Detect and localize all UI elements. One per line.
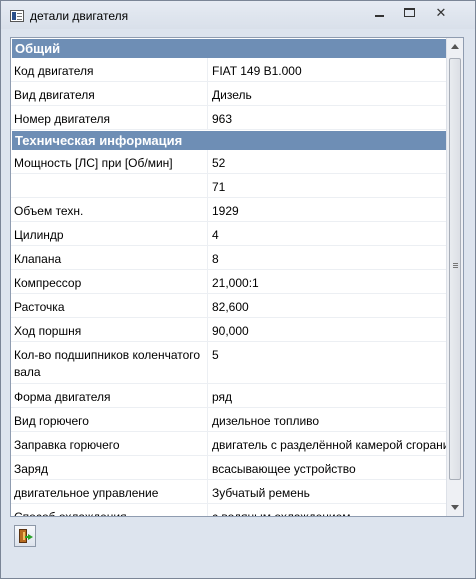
row-label: двигательное управление [11, 480, 208, 503]
section-header-general: Общий [12, 39, 447, 58]
row-value: 963 [212, 112, 233, 126]
row-value: 5 [212, 348, 219, 362]
table-row[interactable]: Мощность [ЛС] при [Об/мин] 52 [11, 150, 447, 174]
row-value: 21,000:1 [212, 276, 259, 290]
title-bar[interactable]: детали двигателя ✕ [1, 1, 475, 29]
row-value: 1929 [212, 204, 239, 218]
row-value: 82,600 [212, 300, 249, 314]
row-label: Объем техн. [11, 198, 208, 221]
table-row[interactable]: Код двигателя FIAT 149 B1.000 [11, 58, 447, 82]
row-value: 52 [212, 156, 226, 170]
row-label: Компрессор [11, 270, 208, 293]
table-row[interactable]: Вид горючего дизельное топливо [11, 408, 447, 432]
vertical-scrollbar[interactable] [446, 38, 463, 516]
row-value: двигатель с разделённой камерой сгорания [212, 438, 447, 452]
table-row[interactable]: Заряд всасывающее устройство [11, 456, 447, 480]
table-row[interactable]: Ход поршня 90,000 [11, 318, 447, 342]
row-label: Заправка горючего [11, 432, 208, 455]
table-row[interactable]: Компрессор 21,000:1 [11, 270, 447, 294]
row-value: 71 [212, 180, 226, 194]
row-value: дизельное топливо [212, 414, 320, 428]
table-row[interactable]: Заправка горючего двигатель с разделённо… [11, 432, 447, 456]
table-row[interactable]: Кол-во подшипников коленчатого вала 5 [11, 342, 447, 384]
minimize-button[interactable] [366, 6, 392, 22]
table-row[interactable]: Способ охлаждения с водяным охлаждением [11, 504, 447, 516]
section-header-technical: Техническая информация [12, 131, 447, 150]
scroll-up-button[interactable] [447, 38, 463, 55]
property-grid[interactable]: Общий Код двигателя FIAT 149 B1.000 Вид … [11, 38, 447, 516]
table-row[interactable]: Объем техн. 1929 [11, 198, 447, 222]
row-value: FIAT 149 B1.000 [212, 64, 302, 78]
row-value: ряд [212, 390, 233, 404]
row-value: 8 [212, 252, 219, 266]
row-label: Цилиндр [11, 222, 208, 245]
table-row[interactable]: Номер двигателя 963 [11, 106, 447, 130]
row-label: Кол-во подшипников коленчатого вала [11, 342, 208, 383]
row-label: Форма двигателя [11, 384, 208, 407]
row-label: Ход поршня [11, 318, 208, 341]
row-label: Вид горючего [11, 408, 208, 431]
table-row[interactable]: Клапана 8 [11, 246, 447, 270]
row-label: Код двигателя [11, 58, 208, 81]
scrollbar-thumb[interactable] [449, 58, 461, 480]
row-value: всасывающее устройство [212, 462, 356, 476]
maximize-button[interactable] [396, 6, 422, 22]
exit-door-icon [19, 529, 33, 545]
table-row[interactable]: Расточка 82,600 [11, 294, 447, 318]
engine-details-panel: Общий Код двигателя FIAT 149 B1.000 Вид … [10, 37, 464, 517]
row-value: Зубчатый ремень [212, 486, 310, 500]
table-row[interactable]: двигательное управление Зубчатый ремень [11, 480, 447, 504]
row-label: Клапана [11, 246, 208, 269]
row-value: 4 [212, 228, 219, 242]
row-label: Способ охлаждения [11, 504, 208, 516]
window: детали двигателя ✕ Общий Код двигателя F… [0, 0, 476, 579]
close-button[interactable]: ✕ [428, 6, 454, 22]
table-row[interactable]: Цилиндр 4 [11, 222, 447, 246]
grip-icon [453, 263, 458, 264]
exit-button[interactable] [14, 525, 36, 547]
row-value: Дизель [212, 88, 252, 102]
row-value: 90,000 [212, 324, 249, 338]
app-icon [10, 10, 24, 22]
maximize-icon [403, 8, 415, 17]
row-label: Номер двигателя [11, 106, 208, 129]
table-row[interactable]: Вид двигателя Дизель [11, 82, 447, 106]
close-icon: ✕ [435, 5, 447, 20]
row-label-empty [11, 174, 208, 197]
window-title: детали двигателя [30, 9, 129, 23]
row-label: Мощность [ЛС] при [Об/мин] [11, 150, 208, 173]
row-label: Расточка [11, 294, 208, 317]
minimize-icon [374, 15, 384, 17]
row-label: Заряд [11, 456, 208, 479]
table-row[interactable]: Форма двигателя ряд [11, 384, 447, 408]
scroll-down-button[interactable] [447, 499, 463, 516]
row-label: Вид двигателя [11, 82, 208, 105]
row-value: с водяным охлаждением [208, 504, 447, 516]
table-row[interactable]: 71 [11, 174, 447, 198]
arrow-up-icon [451, 44, 459, 49]
arrow-down-icon [451, 505, 459, 510]
